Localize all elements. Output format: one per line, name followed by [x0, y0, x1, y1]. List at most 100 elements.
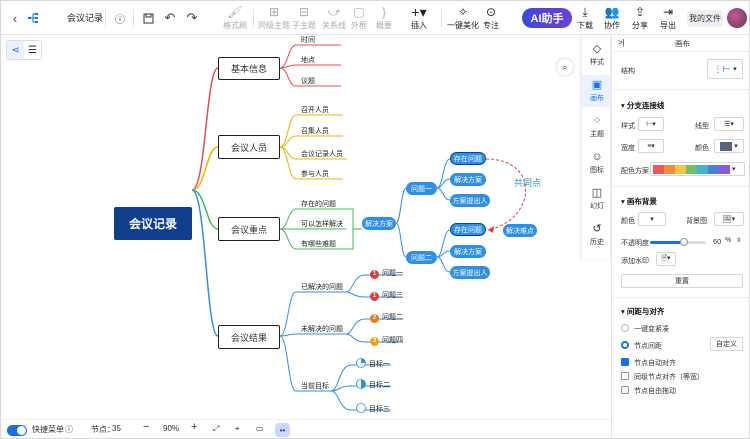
opacity-slider-track[interactable]: [650, 238, 706, 246]
opacity-value[interactable]: 60: [713, 237, 721, 246]
result-item[interactable]: 2 问题二: [370, 312, 403, 323]
p2-proposer[interactable]: 方案提出人: [450, 266, 490, 279]
structure-select[interactable]: ⋮⊢ ▾: [707, 59, 743, 79]
p1-existing-problem[interactable]: 存在问题: [450, 152, 486, 165]
p1-solution[interactable]: 解决方案: [450, 173, 486, 186]
group-unsolved[interactable]: 未解决的问题: [301, 324, 343, 334]
line-type-select[interactable]: ☰▾: [714, 117, 744, 131]
custom-spacing-button[interactable]: 自定义: [710, 337, 743, 351]
focus-button[interactable]: ⊙ 专注: [476, 5, 506, 33]
mindmap-canvas[interactable]: 会议记录 基本信息 会议人员 会议重点 会议结果 时间 地点 议题 召开人员 召…: [1, 35, 581, 419]
callout-difficulty[interactable]: 解决难点: [503, 224, 537, 237]
leaf-difficulties[interactable]: 有哪些难题: [301, 239, 336, 249]
avatar[interactable]: [727, 8, 747, 28]
tab-icons[interactable]: ☺ 图标: [582, 147, 612, 179]
quick-menu-toggle[interactable]: [7, 425, 27, 436]
outline-view-icon[interactable]: ☰: [24, 41, 41, 59]
leaf-convener[interactable]: 召开人员: [301, 105, 329, 115]
file-name[interactable]: 会议记录: [67, 11, 103, 24]
leaf-recorder[interactable]: 会议记录人员: [301, 149, 343, 159]
branch-basic-info[interactable]: 基本信息: [218, 57, 280, 80]
spacing-radio[interactable]: [621, 341, 629, 349]
undo-icon[interactable]: ↶: [162, 10, 178, 26]
bg-section-title[interactable]: ▾ 画布背景: [621, 196, 657, 207]
tab-slides[interactable]: ◫ 幻灯: [582, 183, 612, 215]
goal-item[interactable]: 目标三: [356, 403, 390, 414]
child-topic-button[interactable]: ⊟ 子主题: [289, 5, 319, 33]
redo-icon[interactable]: ↷: [184, 10, 200, 26]
tab-theme[interactable]: ⁘ 主题: [582, 111, 612, 143]
goal-item[interactable]: 目标二: [356, 379, 390, 390]
branch-results[interactable]: 会议结果: [218, 325, 280, 349]
help-icon[interactable]: ⓘ: [65, 424, 73, 435]
bg-image-select[interactable]: 🖼▾: [714, 212, 744, 226]
problem-two-node[interactable]: 问题二: [406, 251, 437, 264]
share-button[interactable]: ⇪ 分享: [625, 5, 655, 33]
goal-item[interactable]: 目标一: [356, 358, 390, 369]
reset-button[interactable]: 重置: [621, 274, 743, 288]
tab-style[interactable]: ◇ 样式: [582, 39, 612, 71]
problem-one-node[interactable]: 问题一: [406, 182, 437, 195]
leaf-time[interactable]: 时间: [301, 35, 315, 45]
save-icon[interactable]: [140, 10, 156, 26]
beautify-button[interactable]: ✧ 一键美化: [447, 5, 479, 33]
leaf-existing-problems[interactable]: 存在的问题: [301, 199, 336, 209]
opacity-slider-handle[interactable]: [679, 238, 688, 246]
branch-attendees[interactable]: 会议人员: [218, 135, 280, 159]
mindmap-view-icon[interactable]: ⋖: [7, 41, 24, 59]
fit-screen-icon[interactable]: ⤢: [213, 424, 219, 434]
relation-label[interactable]: 共同点: [514, 176, 541, 189]
fullscreen-icon[interactable]: ▭: [256, 424, 264, 433]
leaf-how-to-solve[interactable]: 可以怎样解决: [301, 219, 343, 229]
leaf-participants[interactable]: 参与人员: [301, 169, 329, 179]
group-solved[interactable]: 已解决的问题: [301, 282, 343, 292]
result-item[interactable]: 1 问题三: [370, 290, 403, 301]
sibling-topic-button[interactable]: ⊞ 同级主题: [258, 5, 290, 33]
leaf-topic[interactable]: 议题: [301, 76, 315, 86]
robot-assistant-icon[interactable]: ••: [275, 423, 290, 437]
p2-solution[interactable]: 解决方案: [450, 245, 486, 258]
structure-icon[interactable]: [25, 10, 41, 26]
tab-canvas[interactable]: ▣ 画布: [582, 75, 612, 107]
ai-assistant-button[interactable]: AI助手: [522, 8, 572, 28]
free-drag-checkbox[interactable]: [621, 386, 629, 394]
tab-history[interactable]: ↺ 历史: [582, 219, 612, 251]
export-button[interactable]: ⇥ 导出: [653, 5, 683, 33]
insert-button[interactable]: +▾ 插入: [404, 5, 434, 33]
info-icon[interactable]: ⓘ: [112, 10, 128, 26]
my-files-button[interactable]: 我的文件: [687, 10, 723, 27]
format-brush-button[interactable]: 🖌 格式刷: [220, 5, 250, 33]
zoom-level[interactable]: 90%: [163, 424, 179, 433]
stepper-icon[interactable]: ⇕: [736, 237, 741, 244]
compact-radio[interactable]: [621, 324, 629, 332]
search-icon[interactable]: ⌕: [557, 59, 573, 75]
download-button[interactable]: ⤓ 下载: [570, 5, 600, 33]
group-goals[interactable]: 当前目标: [301, 381, 329, 391]
zoom-out-icon[interactable]: −: [143, 421, 149, 433]
leaf-place[interactable]: 地点: [301, 55, 315, 65]
root-node[interactable]: 会议记录: [114, 207, 192, 240]
line-style-select[interactable]: ⊢▾: [638, 117, 664, 131]
same-level-align-checkbox[interactable]: [621, 372, 629, 380]
line-width-select[interactable]: ≡▾: [638, 139, 664, 153]
summary-button[interactable]: } 概要: [369, 5, 399, 33]
result-item[interactable]: 3 问题四: [370, 335, 403, 346]
auto-align-checkbox[interactable]: [621, 358, 629, 366]
layout-section-title[interactable]: ▾ 间距与对齐: [621, 306, 664, 317]
solution-node[interactable]: 解决方案: [362, 217, 396, 230]
result-item[interactable]: 1 问题一: [370, 268, 403, 279]
line-color-select[interactable]: ▾: [714, 139, 744, 153]
zoom-in-icon[interactable]: +: [191, 421, 197, 433]
chevron-left-icon[interactable]: ‹: [7, 10, 23, 26]
watermark-select[interactable]: 🖹▾: [656, 252, 676, 266]
collab-button[interactable]: 👥 协作: [597, 5, 627, 33]
branch-key-points[interactable]: 会议重点: [218, 217, 280, 241]
leaf-organizer[interactable]: 召集人员: [301, 126, 329, 136]
bg-color-select[interactable]: ▾: [638, 212, 666, 226]
branch-section-title[interactable]: ▾ 分支连接线: [621, 100, 664, 111]
collapse-panel-icon[interactable]: >|: [618, 38, 625, 47]
location-icon[interactable]: ⌖: [235, 424, 240, 434]
p1-proposer[interactable]: 方案提出人: [450, 194, 490, 207]
p2-existing-problem[interactable]: 存在问题: [450, 223, 486, 236]
color-scheme-select[interactable]: ▾: [650, 162, 745, 176]
